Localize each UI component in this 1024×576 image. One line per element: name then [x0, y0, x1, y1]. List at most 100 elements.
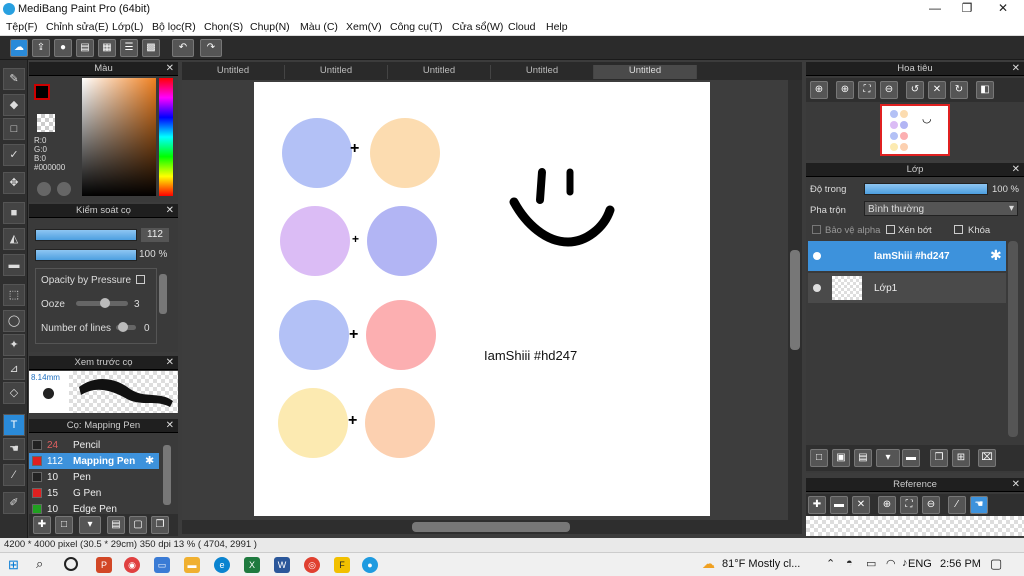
gear-icon[interactable]: ✱ — [990, 247, 1002, 264]
horizontal-scrollbar[interactable] — [182, 520, 802, 534]
brush-list-item[interactable]: 24 Pencil — [29, 437, 159, 453]
task-view-icon[interactable] — [64, 557, 78, 571]
menu-snap[interactable]: Chụp(N) — [250, 21, 290, 33]
blend-mode-select[interactable]: Bình thường ▾ — [864, 201, 1018, 216]
clip-checkbox[interactable] — [886, 225, 895, 234]
cloud-icon[interactable]: ☁ — [10, 39, 28, 57]
maximize-button[interactable]: ❐ — [952, 1, 982, 15]
tab-untitled-5-active[interactable]: Untitled — [594, 65, 697, 79]
palette-icon[interactable] — [37, 182, 51, 196]
visibility-icon[interactable] — [813, 284, 821, 292]
volume-icon[interactable]: ♪ — [902, 557, 908, 569]
delete-layer-icon[interactable]: ⌧ — [978, 449, 996, 467]
duplicate-brush-icon[interactable]: ▢ — [129, 516, 147, 534]
medibang-taskbar-icon[interactable]: ● — [362, 557, 378, 573]
text-icon[interactable]: T — [3, 414, 25, 436]
search-icon[interactable]: ⌕ — [36, 556, 43, 572]
rectangle-icon[interactable]: □ — [3, 118, 25, 140]
select-pen-icon[interactable]: ⊿ — [3, 358, 25, 380]
opacity-slider[interactable] — [35, 249, 137, 261]
chat-icon[interactable]: ● — [54, 39, 72, 57]
new-layer-icon[interactable]: □ — [810, 449, 828, 467]
windows-start-icon[interactable]: ⊞ — [8, 557, 19, 573]
panel-icon[interactable]: ▦ — [98, 39, 116, 57]
duplicate-layer-icon[interactable]: ❐ — [930, 449, 948, 467]
close-icon[interactable]: ✕ — [166, 419, 174, 433]
chrome-icon[interactable]: ◎ — [304, 557, 320, 573]
merge-layer-icon[interactable]: ⊞ — [952, 449, 970, 467]
layer-opacity-slider[interactable] — [864, 183, 988, 195]
menu-edit[interactable]: Chỉnh sửa(E) — [46, 21, 108, 33]
hand-icon[interactable]: ☚ — [970, 496, 988, 514]
navigator-thumbnail[interactable]: ◡ — [880, 104, 950, 156]
eraser-icon[interactable]: ◆ — [3, 94, 25, 116]
brush-list-item-selected[interactable]: 112 Mapping Pen ✱ — [29, 453, 159, 469]
wifi-icon[interactable]: ◠ — [886, 557, 896, 570]
select-eraser-icon[interactable]: ◇ — [3, 382, 25, 404]
close-icon[interactable]: ✕ — [166, 204, 174, 218]
brush-list-item[interactable]: 10 Pen — [29, 469, 159, 485]
menu-view[interactable]: Xem(V) — [346, 21, 382, 33]
magic-wand-icon[interactable]: ✦ — [3, 334, 25, 356]
menu-filter[interactable]: Bộ lọc(R) — [152, 21, 196, 33]
zoom-in-alt-icon[interactable]: ⊕ — [836, 81, 854, 99]
zoom-out-icon[interactable]: ⊖ — [880, 81, 898, 99]
comment-icon[interactable]: ▤ — [76, 39, 94, 57]
reference-canvas[interactable] — [806, 516, 1024, 536]
hand-icon[interactable]: ☚ — [3, 438, 25, 460]
tab-untitled-2[interactable]: Untitled — [285, 65, 388, 79]
bucket-icon[interactable]: ◭ — [3, 228, 25, 250]
palette-alt-icon[interactable] — [57, 182, 71, 196]
layer-row-selected[interactable]: IamShiii #hd247 ✱ — [808, 241, 1006, 271]
new-layer-third-icon[interactable]: ▤ — [854, 449, 872, 467]
fill-rect-icon[interactable]: ■ — [3, 202, 25, 224]
tab-untitled-3[interactable]: Untitled — [388, 65, 491, 79]
menu-layer[interactable]: Lớp(L) — [112, 21, 143, 33]
open-folder-icon[interactable]: ▬ — [830, 496, 848, 514]
rotate-left-icon[interactable]: ↺ — [906, 81, 924, 99]
add-brush-icon[interactable]: ✚ — [33, 516, 51, 534]
minimize-button[interactable]: — — [920, 1, 950, 15]
opacity-by-pressure-checkbox[interactable] — [136, 275, 145, 284]
delete-brush-icon[interactable]: ❐ — [151, 516, 169, 534]
move-icon[interactable]: ✥ — [3, 172, 25, 194]
horizontal-scroll-thumb[interactable] — [412, 522, 570, 532]
size-slider[interactable] — [35, 229, 137, 241]
undo-icon[interactable]: ↶ — [172, 39, 194, 57]
menu-color[interactable]: Màu (C) — [300, 21, 338, 33]
notification-icon[interactable]: ▢ — [990, 556, 1002, 572]
new-layer-alt-icon[interactable]: ▣ — [832, 449, 850, 467]
close-icon[interactable]: ✕ — [1012, 478, 1020, 492]
edge-icon[interactable]: e — [214, 557, 230, 573]
grid-icon[interactable]: ▩ — [142, 39, 160, 57]
menu-window[interactable]: Cửa sổ(W) — [452, 21, 503, 33]
close-icon[interactable]: ✕ — [1012, 163, 1020, 177]
close-button[interactable]: ✕ — [988, 1, 1018, 15]
app-f-icon[interactable]: F — [334, 557, 350, 573]
flip-icon[interactable]: ◧ — [976, 81, 994, 99]
drawing-canvas[interactable]: + + + + IamShiii #hd247 — [254, 82, 710, 516]
ooze-slider-knob[interactable] — [100, 298, 110, 308]
close-reference-icon[interactable]: ✕ — [852, 496, 870, 514]
tab-untitled-4[interactable]: Untitled — [491, 65, 594, 79]
close-icon[interactable]: ✕ — [1012, 62, 1020, 76]
menu-select[interactable]: Chọn(S) — [204, 21, 243, 33]
network-icon[interactable]: ◓ — [846, 557, 853, 569]
upload-icon[interactable]: ⇪ — [32, 39, 50, 57]
reset-icon[interactable]: ✕ — [928, 81, 946, 99]
layers-scrollbar[interactable] — [1008, 241, 1018, 437]
language-indicator[interactable]: ENG — [908, 558, 932, 570]
lasso-icon[interactable]: ◯ — [3, 310, 25, 332]
brush-list-item[interactable]: 10 Edge Pen — [29, 501, 159, 514]
eyedropper-icon[interactable]: ⁄ — [3, 464, 25, 486]
new-brush-icon[interactable]: □ — [55, 516, 73, 534]
transparent-swatch[interactable] — [37, 114, 55, 132]
close-icon[interactable]: ✕ — [166, 62, 174, 76]
zoom-in-icon[interactable]: ⊕ — [878, 496, 896, 514]
brush-menu-icon[interactable]: ▾ — [79, 516, 101, 534]
redo-icon[interactable]: ↷ — [200, 39, 222, 57]
zoom-in-icon[interactable]: ⊕ — [810, 81, 828, 99]
file-explorer-icon[interactable]: ▬ — [184, 557, 200, 573]
select-rect-icon[interactable]: ⬚ — [3, 284, 25, 306]
gradient-icon[interactable]: ▬ — [3, 254, 25, 276]
